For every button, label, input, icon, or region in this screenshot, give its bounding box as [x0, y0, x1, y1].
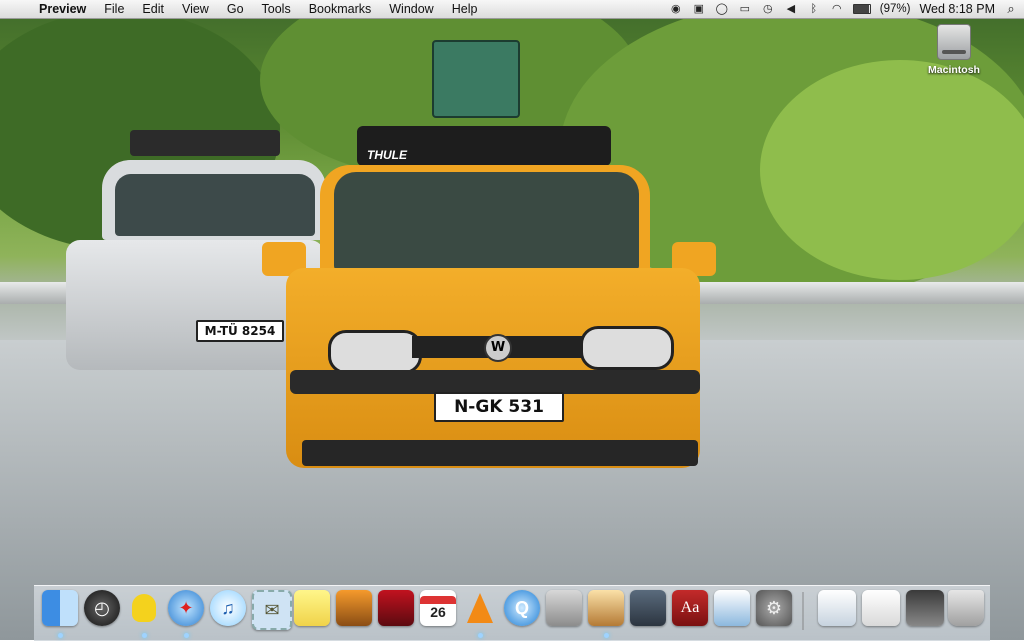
menu-go[interactable]: Go	[218, 2, 253, 16]
wifi-icon[interactable]: ◠	[830, 3, 844, 15]
quicktime-icon[interactable]: Q	[504, 590, 540, 626]
volume-icon[interactable]: ◀	[784, 3, 798, 15]
bluetooth-icon[interactable]: ᛒ	[807, 3, 821, 15]
spotlight-search-icon[interactable]: ⌕	[1004, 2, 1018, 15]
dashboard-icon[interactable]: ◴	[84, 590, 120, 626]
menu-view[interactable]: View	[173, 2, 218, 16]
front-car-plate: N-GK 531	[434, 392, 564, 422]
trash-icon[interactable]	[948, 590, 984, 626]
running-indicator	[142, 633, 147, 638]
preview-icon[interactable]	[588, 590, 624, 626]
vlc-cone-icon[interactable]	[462, 590, 498, 626]
iphoto-icon[interactable]	[336, 590, 372, 626]
system-preferences-gear-icon[interactable]: ⚙	[756, 590, 792, 626]
battery-icon[interactable]	[852, 4, 871, 14]
running-indicator	[604, 633, 609, 638]
window-thumbnail-icon[interactable]	[906, 590, 944, 626]
calculator-icon[interactable]	[546, 590, 582, 626]
menu-clock[interactable]: Wed 8:18 PM	[919, 2, 995, 16]
menu-file[interactable]: File	[95, 2, 133, 16]
menu-tools[interactable]: Tools	[253, 2, 300, 16]
adium-status-icon[interactable]: ◉	[669, 3, 683, 15]
yellow-car: THULE W N-GK 531	[262, 30, 722, 490]
script-menu-icon[interactable]: ▣	[692, 3, 706, 15]
ical-icon[interactable]: 26	[420, 590, 456, 626]
desktop: M-TÜ 8254 THULE W N-GK 531	[0, 0, 1024, 640]
dictionary-icon[interactable]: Aa	[672, 590, 708, 626]
status-menus: ◉ ▣ ◯ ▭ ◷ ◀ ᛒ ◠ (97%) Wed 8:18 PM ⌕	[669, 0, 1018, 18]
window-thumbnail-icon[interactable]	[862, 590, 900, 626]
macintosh-hd-label[interactable]: Macintosh	[924, 64, 984, 76]
mail-stamp-icon[interactable]: ✉	[252, 590, 292, 630]
roof-box	[432, 40, 520, 118]
display-icon[interactable]: ▭	[738, 3, 752, 15]
vw-logo: W	[484, 334, 512, 362]
menu-edit[interactable]: Edit	[133, 2, 173, 16]
menu-help[interactable]: Help	[443, 2, 487, 16]
safari-compass-icon[interactable]: ✦	[168, 590, 204, 626]
dock-separator	[802, 592, 804, 630]
finder-icon[interactable]	[42, 590, 78, 626]
dock: ◴ ✦ ♫ ✉ 26 Q Aa ⚙	[34, 585, 990, 641]
macintosh-hd[interactable]: Macintosh	[924, 24, 984, 76]
time-machine-icon[interactable]: ◷	[761, 3, 775, 15]
menu-window[interactable]: Window	[380, 2, 442, 16]
hard-drive-icon[interactable]	[937, 24, 971, 60]
spaces-icon[interactable]	[630, 590, 666, 626]
dictionary-label: Aa	[680, 599, 700, 616]
roof-brand: THULE	[367, 148, 407, 162]
running-indicator	[58, 633, 63, 638]
running-indicator	[478, 633, 483, 638]
itunes-note-icon[interactable]: ♫	[210, 590, 246, 626]
menu-bar: Preview File Edit View Go Tools Bookmark…	[0, 0, 1024, 19]
battery-percent[interactable]: (97%)	[880, 3, 911, 15]
ical-date: 26	[430, 604, 446, 620]
app-menu-preview[interactable]: Preview	[30, 2, 95, 16]
image-capture-icon[interactable]	[714, 590, 750, 626]
running-indicator	[184, 633, 189, 638]
chat-bubble-icon[interactable]: ◯	[715, 3, 729, 15]
window-thumbnail-icon[interactable]	[818, 590, 856, 626]
photo-booth-icon[interactable]	[378, 590, 414, 626]
foliage	[760, 60, 1024, 280]
adium-duck-icon[interactable]	[126, 590, 162, 626]
menu-bookmarks[interactable]: Bookmarks	[300, 2, 381, 16]
stickies-icon[interactable]	[294, 590, 330, 626]
